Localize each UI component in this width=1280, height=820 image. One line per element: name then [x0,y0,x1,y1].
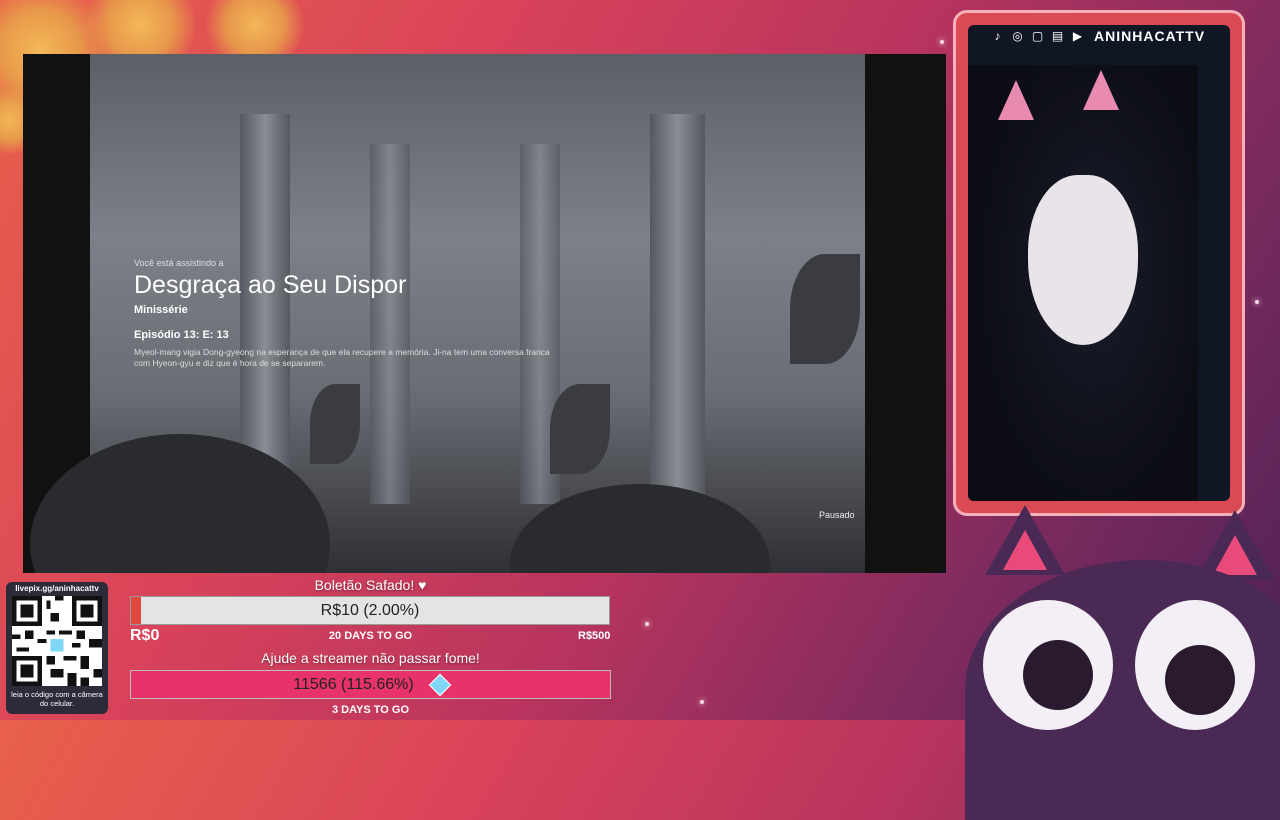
webcam-frame [953,10,1245,516]
goal1-days-left: 20 DAYS TO GO [328,630,413,642]
channel-name: ANINHACATTV [1094,28,1206,44]
goal2-days-left: 3 DAYS TO GO [331,704,410,716]
webcam-header: ♪ ◎ ▢ ▤ ▶ ANINHACATTV [990,26,1205,46]
qr-url: livepix.gg/aninhacattv [15,584,99,593]
youtube-icon: ▶ [1072,28,1083,43]
cat-mascot [965,560,1280,820]
video-scene [30,54,865,573]
watching-label: Você está assistindo a [134,258,224,268]
goal2-title: Ajude a streamer não passar fome! [261,650,480,666]
qr-panel[interactable]: livepix.gg/aninhacattv leia o código com… [6,582,108,714]
sparkle [1255,300,1259,304]
episode-label: Episódio 13: E: 13 [134,329,229,341]
tiktok-icon: ♪ [994,28,1001,43]
goal1-title: Boletão Safado! ♥ [314,577,427,593]
streamer-face [1028,175,1138,345]
goal1-value: R$10 (2.00%) [320,601,420,619]
webcam-feed [968,25,1230,501]
qr-instructions: leia o código com a câmera do celular. [11,690,103,708]
episode-description: Myeol-mang vigia Dong-gyeong na esperanç… [134,347,550,368]
twitch-icon: ▤ [1051,28,1064,43]
sparkle [940,40,944,44]
goal2-value: 11566 (115.66%) [293,675,414,693]
show-type: Minissérie [134,304,188,316]
sparkle [700,700,704,704]
diamond-icon [428,673,452,696]
paused-status: Pausado [819,510,855,520]
goal1-max-label: R$500 [578,630,611,642]
goal1-progress-bar: R$10 (2.00%) [130,596,610,625]
instagram-icon: ▢ [1031,28,1044,43]
discord-icon: ◎ [1012,28,1023,43]
goal2-progress-bar: 11566 (115.66%) [130,670,611,699]
show-title: Desgraça ao Seu Dispor [134,271,407,299]
qr-code [12,596,102,686]
sparkle [645,622,649,626]
